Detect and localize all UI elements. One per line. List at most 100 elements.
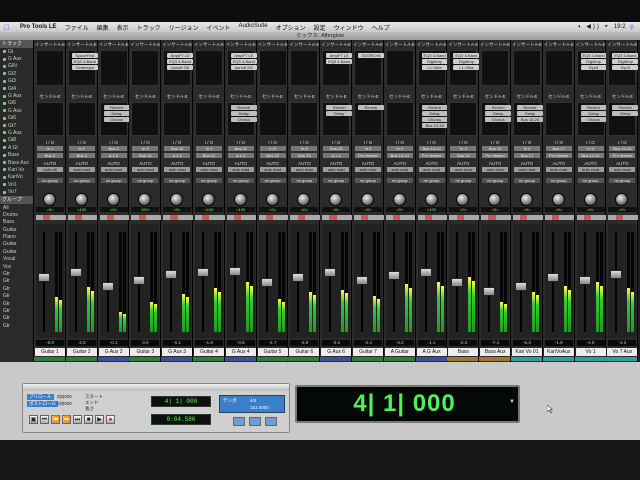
- group-selector[interactable]: no group: [291, 178, 318, 183]
- output-selector[interactable]: Bus 13-14: [386, 153, 413, 158]
- output-selector[interactable]: Bus 21: [195, 153, 222, 158]
- track-name[interactable]: Guitar 1: [35, 348, 65, 356]
- output-selector[interactable]: A 1-2: [227, 153, 254, 158]
- volume-fader[interactable]: [228, 266, 241, 276]
- group-selector[interactable]: no group: [37, 178, 63, 183]
- pan-knob[interactable]: [233, 193, 247, 206]
- track-visible-icon[interactable]: [3, 138, 6, 142]
- track-list-item[interactable]: Gt7: [0, 122, 33, 129]
- track-visible-icon[interactable]: [3, 87, 6, 91]
- automation-mode-selector[interactable]: auto read: [482, 167, 509, 172]
- insert-slot[interactable]: Dyn3: [580, 65, 607, 70]
- track-visible-icon[interactable]: [3, 153, 6, 157]
- input-selector[interactable]: In 4: [577, 146, 604, 151]
- sub-counter-display[interactable]: 0:04.586: [151, 414, 211, 425]
- input-monitor-button[interactable]: [629, 215, 638, 220]
- group-selector[interactable]: no group: [418, 178, 445, 183]
- group-list-item[interactable]: Guitar: [0, 241, 33, 248]
- send-slot[interactable]: Chorus: [421, 117, 448, 122]
- track-name[interactable]: G Aux 2: [98, 348, 129, 356]
- send-slot[interactable]: Reverb: [230, 105, 257, 110]
- input-monitor-button[interactable]: [566, 215, 575, 220]
- input-monitor-button[interactable]: [598, 215, 607, 220]
- group-selector[interactable]: no group: [195, 178, 222, 183]
- automation-mode-selector[interactable]: auto off: [37, 167, 63, 172]
- track-name[interactable]: Guitar 4: [193, 348, 224, 356]
- pan-knob[interactable]: [519, 193, 533, 206]
- group-list-item[interactable]: Guitar: [0, 248, 33, 255]
- group-list-item[interactable]: Drums: [0, 211, 33, 218]
- volume-fader[interactable]: [101, 282, 114, 292]
- track-visible-icon[interactable]: [3, 168, 6, 172]
- send-slot[interactable]: Delay: [485, 111, 512, 116]
- pan-knob[interactable]: [551, 193, 565, 206]
- insert-slot[interactable]: Generique: [71, 65, 98, 70]
- track-list-item[interactable]: G Aux: [0, 55, 33, 62]
- volume-fader[interactable]: [133, 275, 146, 285]
- send-slot[interactable]: Reverb: [516, 105, 543, 110]
- menu-item[interactable]: AudioSuite: [235, 23, 272, 32]
- volume-fader[interactable]: [355, 275, 368, 285]
- output-selector[interactable]: Bus 23: [291, 153, 318, 158]
- automation-mode-selector[interactable]: auto read: [513, 167, 540, 172]
- insert-slot[interactable]: EQ3 4-Band: [612, 53, 639, 58]
- volume-fader[interactable]: [196, 268, 209, 278]
- track-visible-icon[interactable]: [3, 72, 6, 76]
- group-selector[interactable]: no group: [513, 178, 540, 183]
- group-selector[interactable]: no group: [354, 178, 381, 183]
- input-monitor-button[interactable]: [280, 215, 289, 220]
- track-name[interactable]: Vo 7 Aux: [607, 348, 638, 356]
- pan-knob[interactable]: [329, 193, 343, 206]
- counter-menu-icon[interactable]: ▼: [509, 399, 515, 405]
- volume-fader[interactable]: [610, 270, 623, 280]
- send-slot[interactable]: Reverb: [326, 105, 353, 110]
- automation-mode-selector[interactable]: auto read: [227, 167, 254, 172]
- send-slot[interactable]: Bus 13-19: [421, 123, 448, 128]
- group-list-item[interactable]: Voc: [0, 263, 33, 270]
- meter-value[interactable]: 4/4: [250, 398, 256, 403]
- track-visible-icon[interactable]: [3, 161, 6, 165]
- pan-knob[interactable]: [488, 193, 502, 206]
- insert-slot[interactable]: EQ3 4-Band: [580, 53, 607, 58]
- send-slot[interactable]: Delay: [516, 111, 543, 116]
- track-list-item[interactable]: KariVo: [0, 174, 33, 181]
- automation-mode-selector[interactable]: auto read: [418, 167, 445, 172]
- group-selector[interactable]: no group: [259, 178, 286, 183]
- volume-fader[interactable]: [38, 272, 50, 282]
- menu-item[interactable]: 表示: [113, 23, 133, 32]
- send-slot[interactable]: Chorus: [230, 117, 257, 122]
- pan-knob[interactable]: [201, 193, 215, 206]
- fast-forward-button[interactable]: ⏩: [62, 415, 71, 424]
- automation-mode-selector[interactable]: auto read: [386, 167, 413, 172]
- input-selector[interactable]: In 1: [37, 146, 63, 151]
- input-monitor-button[interactable]: [470, 215, 479, 220]
- track-visible-icon[interactable]: [3, 175, 6, 179]
- pan-knob[interactable]: [170, 193, 184, 206]
- transport-title-bar[interactable]: [23, 384, 289, 391]
- group-list-item[interactable]: Gtr: [0, 285, 33, 292]
- track-visible-icon[interactable]: [3, 109, 6, 113]
- insert-slot[interactable]: EQ3 4-Band: [421, 53, 448, 58]
- automation-mode-selector[interactable]: auto read: [132, 167, 159, 172]
- volume-fader[interactable]: [387, 271, 400, 281]
- preroll-toggle[interactable]: プリロール: [27, 394, 54, 400]
- track-name[interactable]: G Aux 3: [162, 348, 193, 356]
- input-selector[interactable]: Bus 3: [100, 146, 127, 151]
- insert-slot[interactable]: EQ3 4-Band: [167, 59, 194, 64]
- output-selector[interactable]: Bus 17: [513, 153, 540, 158]
- volume-fader[interactable]: [165, 270, 178, 280]
- volume-fader[interactable]: [419, 268, 432, 278]
- insert-slot[interactable]: EQ3 4-Band: [71, 59, 98, 64]
- input-selector[interactable]: In 5: [259, 146, 286, 151]
- pan-knob[interactable]: [424, 193, 438, 206]
- automation-mode-selector[interactable]: auto read: [100, 167, 127, 172]
- insert-slot[interactable]: AmpFT LE: [230, 53, 257, 58]
- group-list-item[interactable]: Gtr: [0, 278, 33, 285]
- track-name[interactable]: Guitar 6: [289, 348, 320, 356]
- group-list-item[interactable]: Vocal: [0, 256, 33, 263]
- automation-mode-selector[interactable]: auto read: [164, 167, 191, 172]
- input-monitor-button[interactable]: [439, 215, 448, 220]
- automation-mode-selector[interactable]: auto read: [354, 167, 381, 172]
- output-selector[interactable]: Bus 4: [68, 153, 95, 158]
- menu-item[interactable]: リージョン: [165, 23, 203, 32]
